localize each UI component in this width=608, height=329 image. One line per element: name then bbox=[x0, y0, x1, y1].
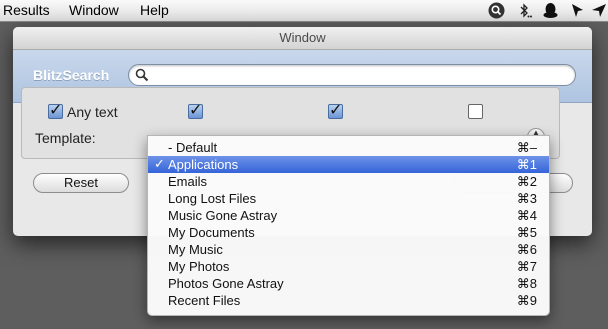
search-field[interactable] bbox=[128, 64, 576, 86]
menu-item-shortcut: ⌘4 bbox=[516, 208, 537, 223]
menu-item-label: My Music bbox=[168, 242, 223, 257]
menu-item-music-gone-astray[interactable]: Music Gone Astray ⌘4 bbox=[148, 207, 549, 224]
spotlight-search-icon[interactable] bbox=[488, 2, 505, 19]
reset-button[interactable]: Reset bbox=[33, 173, 129, 193]
template-menu: - Default ⌘– ✓ Applications ⌘1 Emails ⌘2… bbox=[147, 135, 550, 316]
magnifier-icon bbox=[135, 68, 149, 82]
menu-item-label: Long Lost Files bbox=[168, 191, 257, 206]
menu-item-shortcut: ⌘7 bbox=[516, 259, 537, 274]
menu-item-shortcut: ⌘2 bbox=[516, 174, 537, 189]
window-title[interactable]: Window bbox=[13, 27, 592, 50]
menu-item-shortcut: ⌘6 bbox=[516, 242, 537, 257]
any-text-label: Any text bbox=[67, 104, 118, 120]
menu-item-label: Recent Files bbox=[168, 293, 241, 308]
menu-item-default[interactable]: - Default ⌘– bbox=[148, 139, 549, 156]
menu-help[interactable]: Help bbox=[140, 2, 169, 18]
menu-item-shortcut: ⌘8 bbox=[516, 276, 537, 291]
menu-item-shortcut: ⌘– bbox=[516, 140, 537, 155]
app-brand-label: BlitzSearch bbox=[33, 67, 110, 83]
qq-penguin-icon[interactable] bbox=[542, 2, 559, 19]
menu-item-my-documents[interactable]: My Documents ⌘5 bbox=[148, 224, 549, 241]
checkmark-icon: ✓ bbox=[154, 157, 165, 172]
comments-checkbox-box[interactable] bbox=[468, 104, 483, 119]
text-content-checkbox[interactable] bbox=[328, 100, 347, 120]
any-text-checkbox-box[interactable] bbox=[48, 100, 63, 119]
menu-item-label: - Default bbox=[168, 140, 218, 155]
menu-item-photos-gone-astray[interactable]: Photos Gone Astray ⌘8 bbox=[148, 275, 549, 292]
menu-results[interactable]: Results bbox=[3, 2, 50, 18]
any-text-checkbox[interactable]: Any text bbox=[48, 100, 118, 120]
menu-item-label: Applications bbox=[168, 157, 239, 172]
menu-item-shortcut: ⌘9 bbox=[516, 293, 537, 308]
menu-item-my-music[interactable]: My Music ⌘6 bbox=[148, 241, 549, 258]
menu-item-shortcut: ⌘5 bbox=[516, 225, 537, 240]
cursor-arrow-icon[interactable] bbox=[569, 2, 586, 19]
menu-item-shortcut: ⌘1 bbox=[516, 157, 537, 172]
menu-item-recent-files[interactable]: Recent Files ⌘9 bbox=[148, 292, 549, 309]
comments-checkbox[interactable] bbox=[468, 104, 487, 120]
send-arrow-icon[interactable] bbox=[591, 2, 608, 19]
menu-item-emails[interactable]: Emails ⌘2 bbox=[148, 173, 549, 190]
menu-item-long-lost-files[interactable]: Long Lost Files ⌘3 bbox=[148, 190, 549, 207]
menu-item-label: Emails bbox=[168, 174, 208, 189]
bluetooth-icon[interactable] bbox=[516, 2, 533, 19]
menu-window[interactable]: Window bbox=[69, 2, 119, 18]
menu-item-label: Photos Gone Astray bbox=[168, 276, 284, 291]
menu-bar: Results Window Help bbox=[0, 0, 608, 22]
menu-item-shortcut: ⌘3 bbox=[516, 191, 537, 206]
menu-item-label: My Documents bbox=[168, 225, 255, 240]
filename-checkbox-box[interactable] bbox=[188, 100, 203, 119]
menu-item-label: My Photos bbox=[168, 259, 230, 274]
menu-item-my-photos[interactable]: My Photos ⌘7 bbox=[148, 258, 549, 275]
menu-item-label: Music Gone Astray bbox=[168, 208, 278, 223]
template-label: Template: bbox=[35, 130, 96, 146]
text-content-checkbox-box[interactable] bbox=[328, 100, 343, 119]
menu-item-applications[interactable]: ✓ Applications ⌘1 bbox=[148, 156, 549, 173]
search-input[interactable] bbox=[153, 66, 567, 85]
filename-checkbox[interactable] bbox=[188, 100, 207, 120]
